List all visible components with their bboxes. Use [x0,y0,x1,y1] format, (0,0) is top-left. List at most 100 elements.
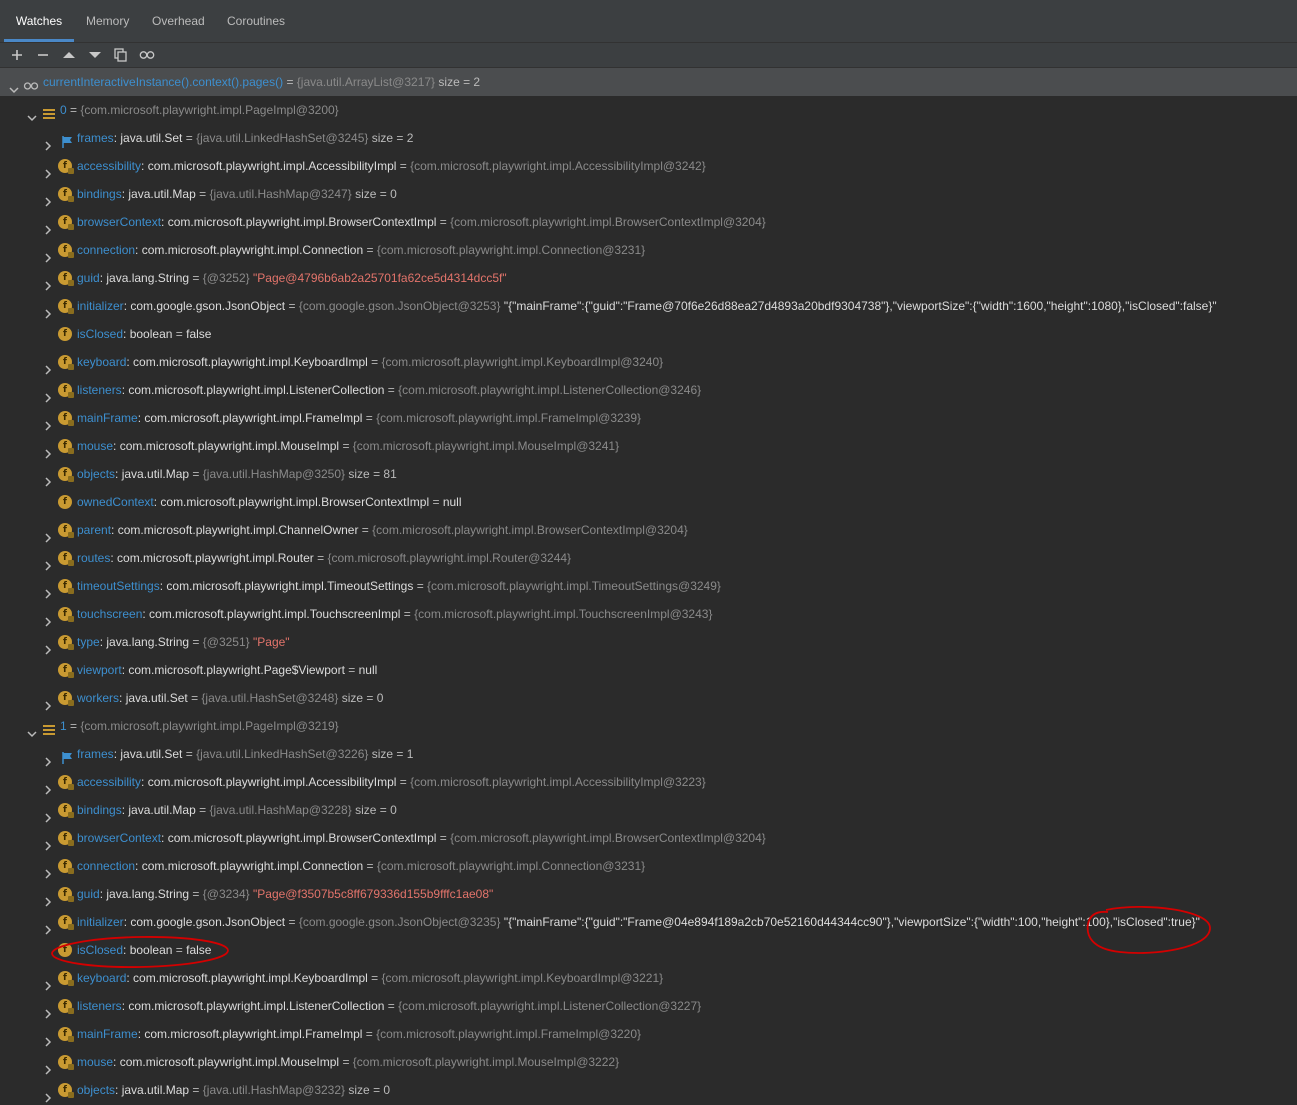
field-row[interactable]: f objects: java.util.Map = {java.util.Has… [0,460,1297,488]
tab-coroutines[interactable]: Coroutines [227,0,285,42]
field-row[interactable]: f browserContext: com.microsoft.playwrigh… [0,824,1297,852]
chevron-right-icon[interactable] [43,889,53,907]
chevron-right-icon[interactable] [43,777,53,795]
chevron-right-icon[interactable] [43,805,53,823]
field-row[interactable]: f initializer: com.google.gson.JsonObject… [0,908,1297,936]
field-ref: {@3251} [202,635,250,649]
field-row[interactable]: f routes: com.microsoft.playwright.impl.R… [0,544,1297,572]
watch-root-row[interactable]: currentInteractiveInstance().context().p… [0,68,1297,96]
field-type: com.microsoft.playwright.Page$Viewport [128,663,345,677]
field-type: com.microsoft.playwright.impl.BrowserCon… [160,495,430,509]
chevron-right-icon[interactable] [43,553,53,571]
chevron-right-icon[interactable] [43,861,53,879]
field-ref: {com.google.gson.JsonObject@3235} [298,915,501,929]
field-row[interactable]: f ownedContext: com.microsoft.playwright.… [0,488,1297,516]
field-row[interactable]: f keyboard: com.microsoft.playwright.impl… [0,964,1297,992]
field-row[interactable]: f timeoutSettings: com.microsoft.playwrig… [0,572,1297,600]
field-row[interactable]: f accessibility: com.microsoft.playwright… [0,768,1297,796]
chevron-down-icon[interactable] [9,77,19,94]
chevron-right-icon[interactable] [43,441,53,459]
field-name: mainFrame [77,1027,138,1041]
watch-ref: {java.util.ArrayList@3217} [296,75,436,89]
field-row[interactable]: f listeners: com.microsoft.playwright.imp… [0,376,1297,404]
chevron-right-icon[interactable] [43,385,53,403]
field-row[interactable]: f connection: com.microsoft.playwright.im… [0,236,1297,264]
move-down-icon[interactable] [86,46,104,64]
chevron-right-icon[interactable] [43,357,53,375]
chevron-down-icon[interactable] [27,721,37,738]
chevron-right-icon[interactable] [43,1029,53,1047]
field-icon: f [58,803,74,818]
field-row[interactable]: f objects: java.util.Map = {java.util.Has… [0,1076,1297,1104]
field-row[interactable]: f connection: com.microsoft.playwright.im… [0,852,1297,880]
field-row[interactable]: f initializer: com.google.gson.JsonObject… [0,292,1297,320]
remove-icon[interactable] [34,46,52,64]
page-index: 0 [60,103,67,117]
field-row[interactable]: f parent: com.microsoft.playwright.impl.C… [0,516,1297,544]
chevron-right-icon[interactable] [43,273,53,291]
page-row[interactable]: 1 = {com.microsoft.playwright.impl.PageI… [0,712,1297,740]
field-row[interactable]: f workers: java.util.Set = {java.util.Has… [0,684,1297,712]
chevron-right-icon[interactable] [43,245,53,263]
tab-overhead[interactable]: Overhead [152,0,205,42]
chevron-right-icon[interactable] [43,189,53,207]
chevron-right-icon[interactable] [43,217,53,235]
watch-size: size = 2 [438,75,481,89]
field-row[interactable]: f bindings: java.util.Map = {java.util.Ha… [0,796,1297,824]
chevron-right-icon[interactable] [43,609,53,627]
field-row[interactable]: f mouse: com.microsoft.playwright.impl.Mo… [0,1048,1297,1076]
chevron-right-icon[interactable] [43,133,53,151]
chevron-right-icon[interactable] [43,693,53,711]
field-row[interactable]: f mouse: com.microsoft.playwright.impl.Mo… [0,432,1297,460]
field-icon: f [58,1055,74,1070]
page-row[interactable]: 0 = {com.microsoft.playwright.impl.PageI… [0,96,1297,124]
chevron-right-icon[interactable] [43,1001,53,1019]
field-row[interactable]: f guid: java.lang.String = {@3234} "Page@… [0,880,1297,908]
field-row[interactable]: f mainFrame: com.microsoft.playwright.imp… [0,1020,1297,1048]
field-row[interactable]: f browserContext: com.microsoft.playwrigh… [0,208,1297,236]
field-type: java.util.Set [120,131,183,145]
chevron-right-icon[interactable] [43,161,53,179]
field-ref: {java.util.HashMap@3247} [209,187,352,201]
field-row[interactable]: f viewport: com.microsoft.playwright.Page… [0,656,1297,684]
field-row[interactable]: f bindings: java.util.Map = {java.util.Ha… [0,180,1297,208]
chevron-right-icon[interactable] [43,301,53,319]
field-row[interactable]: frames: java.util.Set = {java.util.Linke… [0,124,1297,152]
field-row[interactable]: f isClosed: boolean = false [0,936,1297,964]
chevron-right-icon[interactable] [43,917,53,935]
field-row[interactable]: f type: java.lang.String = {@3251} "Page" [0,628,1297,656]
field-row[interactable]: f keyboard: com.microsoft.playwright.impl… [0,348,1297,376]
field-row[interactable]: f touchscreen: com.microsoft.playwright.i… [0,600,1297,628]
chevron-right-icon[interactable] [43,1057,53,1075]
show-watches-icon[interactable] [138,46,156,64]
chevron-right-icon[interactable] [43,833,53,851]
field-ref: {com.microsoft.playwright.impl.KeyboardI… [381,971,664,985]
add-icon[interactable] [8,46,26,64]
field-ref: {java.util.HashMap@3228} [209,803,352,817]
chevron-right-icon[interactable] [43,973,53,991]
field-icon: f [58,943,72,957]
field-name: accessibility [77,775,142,789]
field-row[interactable]: f accessibility: com.microsoft.playwright… [0,152,1297,180]
field-row[interactable]: f isClosed: boolean = false [0,320,1297,348]
chevron-down-icon[interactable] [27,105,37,122]
chevron-right-icon[interactable] [43,581,53,599]
tab-memory[interactable]: Memory [86,0,129,42]
field-type: com.microsoft.playwright.impl.MouseImpl [119,439,340,453]
duplicate-icon[interactable] [112,46,130,64]
chevron-right-icon[interactable] [43,525,53,543]
chevron-right-icon[interactable] [43,413,53,431]
field-name: keyboard [77,355,127,369]
chevron-right-icon[interactable] [43,749,53,767]
move-up-icon[interactable] [60,46,78,64]
field-type: java.util.Map [128,803,196,817]
chevron-right-icon[interactable] [43,637,53,655]
field-row[interactable]: frames: java.util.Set = {java.util.Linke… [0,740,1297,768]
field-row[interactable]: f guid: java.lang.String = {@3252} "Page@… [0,264,1297,292]
tab-watches[interactable]: Watches [4,0,74,42]
field-row[interactable]: f mainFrame: com.microsoft.playwright.imp… [0,404,1297,432]
field-row[interactable]: f listeners: com.microsoft.playwright.imp… [0,992,1297,1020]
chevron-right-icon[interactable] [43,1085,53,1103]
field-name: frames [77,131,114,145]
chevron-right-icon[interactable] [43,469,53,487]
